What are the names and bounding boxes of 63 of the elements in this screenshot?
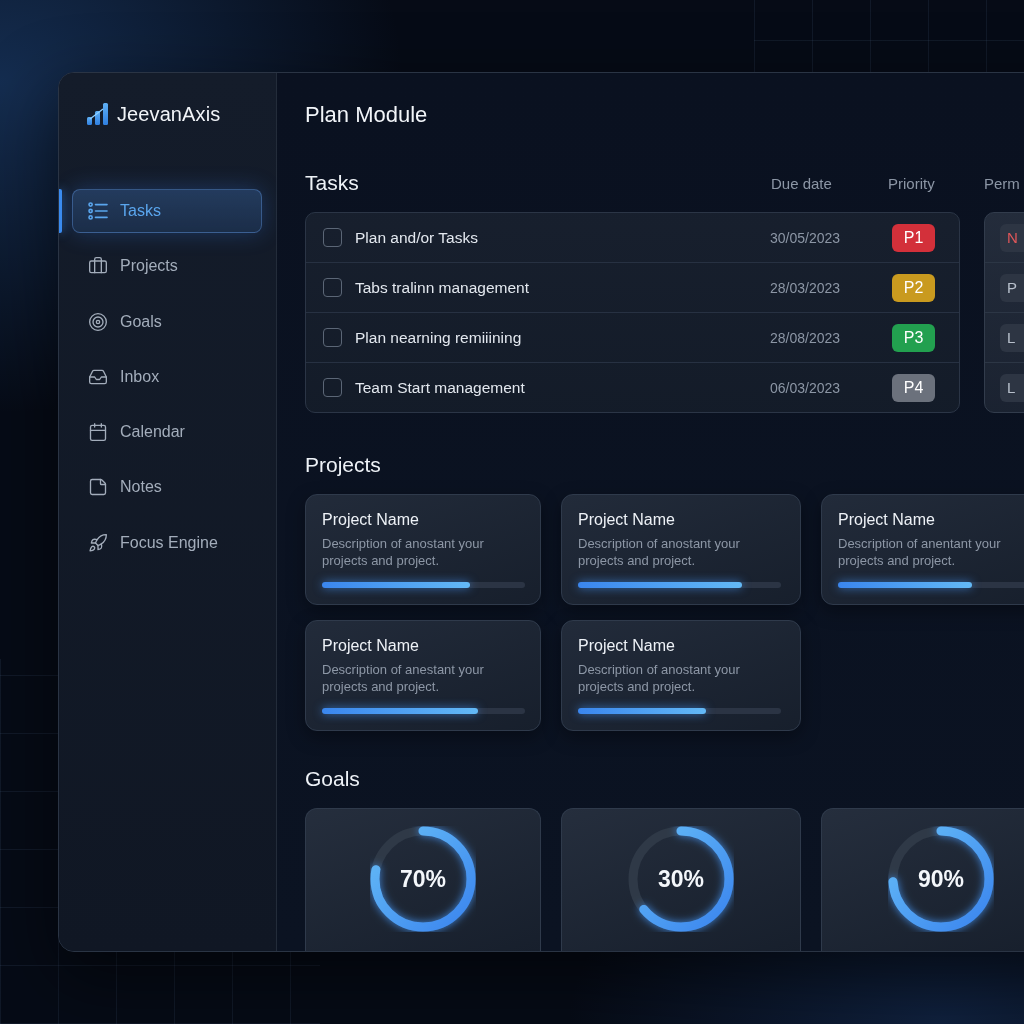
goal-percentage: 70% xyxy=(400,865,446,893)
sidebar-item[interactable]: Notes xyxy=(72,465,262,510)
project-card[interactable]: Project Name Description of anostant your projects and project. xyxy=(561,494,801,605)
calendar-icon xyxy=(88,422,108,443)
due-date: 28/08/2023 xyxy=(770,329,842,346)
checkbox[interactable] xyxy=(323,228,342,247)
note-icon xyxy=(88,477,108,498)
tag: P xyxy=(1000,273,1024,302)
column-header: Due date xyxy=(771,174,833,192)
project-description: Description of anentant your projects and project. xyxy=(838,535,1002,569)
task-name: Team Start management xyxy=(355,378,526,397)
bar-chart-logo-icon xyxy=(87,103,109,125)
sidebar-item[interactable]: Inbox xyxy=(72,354,262,399)
priority-badge: P4 xyxy=(892,373,935,402)
priority-badge: P2 xyxy=(892,273,935,302)
project-name: Project Name xyxy=(322,636,420,656)
project-description: Description of anestant your projects and project. xyxy=(322,661,485,695)
priority-badge: P1 xyxy=(892,223,935,252)
page-title: Plan Module xyxy=(305,101,429,129)
project-card[interactable]: Project Name Description of anestant your projects and project. xyxy=(305,620,541,731)
section-title: Tasks xyxy=(305,170,360,196)
project-name: Project Name xyxy=(578,510,676,530)
sidebar-item[interactable]: Projects xyxy=(72,244,262,289)
project-card[interactable]: Project Name Description of anostant your projects and project. xyxy=(561,620,801,731)
project-card[interactable]: Project Name Description of anentant your projects and project. xyxy=(821,494,1024,605)
checkbox[interactable] xyxy=(323,378,342,397)
tag: N xyxy=(1000,223,1024,252)
selection-indicator xyxy=(59,189,62,233)
due-date: 28/03/2023 xyxy=(770,279,842,296)
task-name: Tabs tralinn management xyxy=(355,278,531,297)
project-card[interactable]: Project Name Description of anostant your projects and project. xyxy=(305,494,541,605)
due-date: 30/05/2023 xyxy=(770,229,842,246)
section-title: Goals xyxy=(305,766,361,792)
sidebar-item[interactable]: Calendar xyxy=(72,410,262,455)
target-icon xyxy=(88,311,108,332)
project-name: Project Name xyxy=(578,636,676,656)
sidebar-item[interactable]: Focus Engine xyxy=(72,520,262,565)
goal-card[interactable]: 70% xyxy=(305,808,541,951)
column-header: Perm xyxy=(984,174,1020,192)
checkbox[interactable] xyxy=(323,328,342,347)
goal-percentage: 30% xyxy=(658,865,704,893)
sidebar-item[interactable]: Tasks xyxy=(72,189,262,233)
goal-card[interactable]: 90% xyxy=(821,808,1024,951)
task-name: Plan nearning remiiining xyxy=(355,328,523,347)
goal-percentage: 90% xyxy=(918,865,964,893)
rocket-icon xyxy=(88,532,108,553)
project-description: Description of anostant your projects and project. xyxy=(578,661,741,695)
tag: L xyxy=(1000,323,1024,352)
project-name: Project Name xyxy=(838,510,936,530)
section-title: Projects xyxy=(305,452,382,478)
goal-card[interactable]: 30% xyxy=(561,808,801,951)
list-icon xyxy=(88,201,108,221)
project-description: Description of anostant your projects and project. xyxy=(578,535,741,569)
priority-badge: P3 xyxy=(892,323,935,352)
project-description: Description of anostant your projects and project. xyxy=(322,535,485,569)
tag: L xyxy=(1000,373,1024,402)
task-name: Plan and/or Tasks xyxy=(355,228,479,247)
due-date: 06/03/2023 xyxy=(770,379,842,396)
sidebar-item[interactable]: Goals xyxy=(72,299,262,344)
brand-name: JeevanAxis xyxy=(117,102,221,126)
column-header: Priority xyxy=(888,174,936,192)
project-name: Project Name xyxy=(322,510,420,530)
checkbox[interactable] xyxy=(323,278,342,297)
